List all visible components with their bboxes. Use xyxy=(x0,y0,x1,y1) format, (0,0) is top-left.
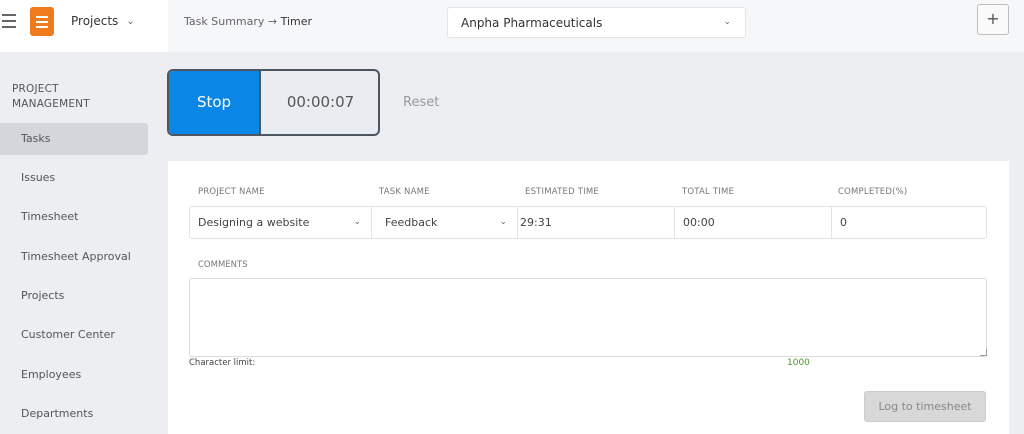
total-time-field[interactable]: 00:00 xyxy=(674,207,831,238)
estimated-time-value: 29:31 xyxy=(520,216,552,229)
chevron-down-icon: ⌄ xyxy=(723,17,731,27)
timer-display: 00:00:07 xyxy=(259,71,378,134)
breadcrumb-current: Timer xyxy=(280,15,313,28)
resize-grip-icon[interactable] xyxy=(980,349,987,356)
company-select[interactable]: Anpha Pharmaceuticals ⌄ xyxy=(447,7,746,38)
comments-label: COMMENTS xyxy=(198,260,248,270)
column-header-completed: COMPLETED(%) xyxy=(838,187,908,197)
app-logo[interactable] xyxy=(30,7,54,36)
add-button[interactable]: + xyxy=(977,4,1009,35)
sidebar-title: PROJECT MANAGEMENT xyxy=(12,82,90,112)
column-header-task-name: TASK NAME xyxy=(379,187,430,197)
chevron-down-icon: ⌄ xyxy=(126,15,135,27)
projects-menu[interactable]: Projects ⌄ xyxy=(71,14,135,28)
sidebar-item-departments[interactable]: Departments xyxy=(0,398,148,430)
log-to-timesheet-button[interactable]: Log to timesheet xyxy=(864,391,986,422)
sidebar: PROJECT MANAGEMENT Tasks Issues Timeshee… xyxy=(0,52,155,434)
completed-value: 0 xyxy=(840,216,847,229)
sidebar-item-customer-center[interactable]: Customer Center xyxy=(0,319,148,351)
breadcrumb: Task Summary → Timer xyxy=(184,15,312,28)
company-select-value: Anpha Pharmaceuticals xyxy=(461,16,603,30)
stop-button[interactable]: Stop xyxy=(169,71,259,134)
sidebar-title-line2: MANAGEMENT xyxy=(12,98,90,110)
sidebar-item-timesheet[interactable]: Timesheet xyxy=(0,201,148,233)
sidebar-item-employees[interactable]: Employees xyxy=(0,359,148,391)
sidebar-item-timesheet-approval[interactable]: Timesheet Approval xyxy=(0,241,148,273)
estimated-time-field[interactable]: 29:31 xyxy=(517,207,674,238)
breadcrumb-arrow-icon: → xyxy=(267,15,278,28)
character-limit-count: 1000 xyxy=(787,358,810,368)
total-time-value: 00:00 xyxy=(683,216,715,229)
sidebar-title-line1: PROJECT xyxy=(12,83,59,95)
character-limit-label: Character limit: xyxy=(189,358,256,368)
projects-menu-label: Projects xyxy=(71,14,119,28)
reset-button[interactable]: Reset xyxy=(403,95,439,110)
comments-textarea[interactable] xyxy=(189,278,987,357)
breadcrumb-parent[interactable]: Task Summary xyxy=(184,15,264,28)
hamburger-menu-icon[interactable] xyxy=(2,14,16,28)
brand-area: Projects ⌄ xyxy=(0,0,168,52)
completed-field[interactable]: 0 xyxy=(831,207,986,238)
project-name-value: Designing a website xyxy=(198,216,310,229)
sidebar-item-tasks[interactable]: Tasks xyxy=(0,123,148,155)
column-header-total-time: TOTAL TIME xyxy=(682,187,735,197)
sidebar-item-projects[interactable]: Projects xyxy=(0,280,148,312)
top-bar: Projects ⌄ Task Summary → Timer Anpha Ph… xyxy=(0,0,1024,52)
column-header-project-name: PROJECT NAME xyxy=(198,187,265,197)
task-name-select[interactable]: Feedback ⌄ xyxy=(371,207,517,238)
task-fields-row: Designing a website ⌄ Feedback ⌄ 29:31 0… xyxy=(189,206,987,239)
column-header-estimated-time: ESTIMATED TIME xyxy=(525,187,599,197)
chevron-down-icon: ⌄ xyxy=(353,217,361,227)
timer-widget: Stop 00:00:07 xyxy=(167,69,380,136)
sidebar-item-issues[interactable]: Issues xyxy=(0,162,148,194)
task-form-panel: PROJECT NAME TASK NAME ESTIMATED TIME TO… xyxy=(168,161,1009,434)
project-name-select[interactable]: Designing a website ⌄ xyxy=(190,207,371,238)
task-name-value: Feedback xyxy=(385,216,438,229)
chevron-down-icon: ⌄ xyxy=(499,217,507,227)
